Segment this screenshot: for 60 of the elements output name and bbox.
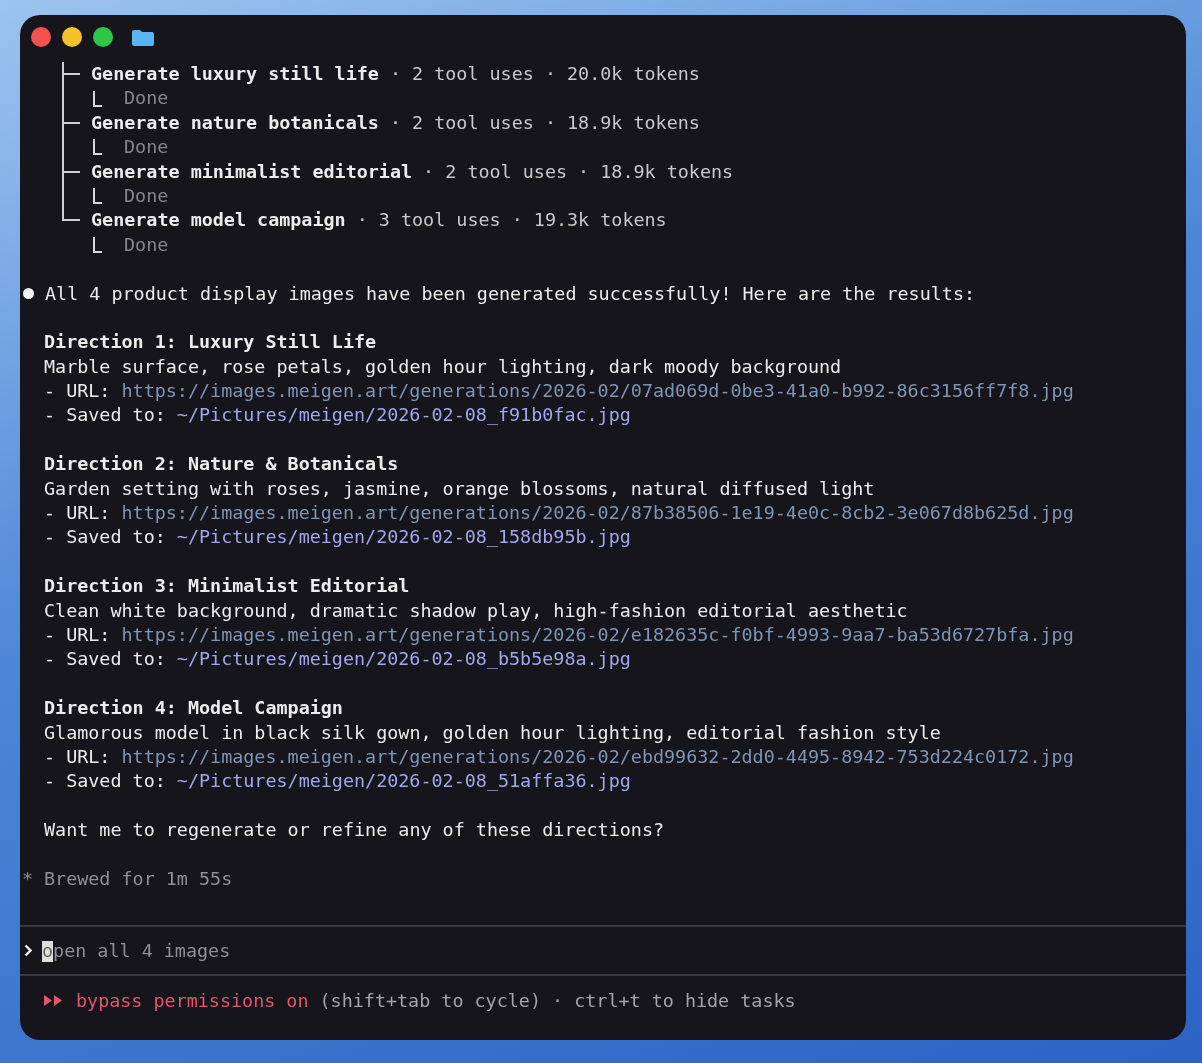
task-stats: · 2 tool uses · 18.9k tokens xyxy=(389,110,700,135)
tree-connector xyxy=(62,159,80,184)
tree-connector xyxy=(62,62,80,87)
direction-title: Direction 2: Nature & Botanicals xyxy=(43,452,400,477)
task-name: Generate nature botanicals xyxy=(91,110,379,135)
tree-line xyxy=(62,183,64,209)
url-link[interactable]: https://images.meigen.art/generations/2026-02/07ad069d-0be3-41a0-b992-86c3156ff7f8.jpg xyxy=(121,379,1074,404)
task-status: Done xyxy=(124,135,169,160)
url-label: - URL: xyxy=(44,501,111,526)
task-name: Generate model campaign xyxy=(91,208,346,233)
direction-title: Direction 1: Luxury Still Life xyxy=(43,330,378,355)
result-connector-icon xyxy=(93,188,102,205)
url-link[interactable]: https://images.meigen.art/generations/2026-02/ebd99632-2dd0-4495-8942-753d224c0172.jpg xyxy=(121,744,1074,770)
permission-mode: bypass permissions on xyxy=(76,989,309,1011)
tree-connector xyxy=(62,208,80,222)
file-path-link[interactable]: ~/Pictures/meigen/2026-02-08_51affa36.jpg xyxy=(176,769,631,794)
direction-description: Clean white background, dramatic shadow play, high-fashion editorial aesthetic xyxy=(43,598,909,623)
asterisk-symbol: * xyxy=(22,866,35,891)
file-path-link[interactable]: ~/Pictures/meigen/2026-02-08_b5b5e98a.jpg xyxy=(176,647,631,672)
direction-description: Glamorous model in black silk gown, golden hour lighting, editorial fashion style xyxy=(43,720,942,745)
minimize-button[interactable] xyxy=(62,27,82,47)
task-name: Generate minimalist editorial xyxy=(91,159,413,184)
file-path-link[interactable]: ~/Pictures/meigen/2026-02-08_f91b0fac.jpg xyxy=(176,403,631,428)
summary-text: All 4 product display images have been generated successfully! Here are the results: xyxy=(45,281,976,306)
prompt-chevron-icon xyxy=(24,944,32,958)
zoom-button[interactable] xyxy=(93,27,113,47)
result-connector-icon xyxy=(93,139,102,156)
tree-connector xyxy=(62,110,80,136)
saved-label: - Saved to: xyxy=(44,525,166,550)
direction-title: Direction 3: Minimalist Editorial xyxy=(43,574,411,599)
keyboard-hint: (shift+tab to cycle) · ctrl+t to hide tasks xyxy=(319,989,796,1011)
task-status: Done xyxy=(124,183,169,208)
url-link[interactable]: https://images.meigen.art/generations/2026-02/e182635c-f0bf-4993-9aa7-ba53d6727bfa.jpg xyxy=(121,623,1074,648)
direction-title: Direction 4: Model Campaign xyxy=(43,696,344,721)
url-label: - URL: xyxy=(44,744,111,769)
url-label: - URL: xyxy=(44,623,111,647)
fast-forward-icon xyxy=(44,994,64,1006)
close-button[interactable] xyxy=(31,27,51,47)
result-connector-icon xyxy=(93,90,102,107)
task-status: Done xyxy=(124,232,169,257)
task-stats: · 2 tool uses · 20.0k tokens xyxy=(389,62,700,86)
direction-description: Garden setting with roses, jasmine, orange blossoms, natural diffused light xyxy=(43,476,876,501)
task-name: Generate luxury still life xyxy=(91,62,379,86)
task-stats: · 2 tool uses · 18.9k tokens xyxy=(423,159,734,184)
question-text: Want me to regenerate or refine any of these directions? xyxy=(43,818,666,843)
bullet-icon xyxy=(23,288,34,300)
result-connector-icon xyxy=(93,236,102,253)
task-stats: · 3 tool uses · 19.3k tokens xyxy=(356,208,667,233)
saved-label: - Saved to: xyxy=(44,403,166,428)
direction-description: Marble surface, rose petals, golden hour lighting, dark moody background xyxy=(43,354,843,379)
url-label: - URL: xyxy=(44,379,111,404)
tree-line xyxy=(62,135,64,160)
status-text: Brewed for 1m 55s xyxy=(44,866,233,891)
folder-icon xyxy=(132,29,154,46)
file-path-link[interactable]: ~/Pictures/meigen/2026-02-08_158db95b.jpg xyxy=(176,525,631,550)
url-link[interactable]: https://images.meigen.art/generations/2026-02/87b38506-1e19-4e0c-8cb2-3e067d8b625d.jpg xyxy=(121,501,1074,526)
tree-line xyxy=(62,86,64,111)
saved-label: - Saved to: xyxy=(44,647,166,672)
saved-label: - Saved to: xyxy=(44,769,166,794)
task-status: Done xyxy=(124,86,169,111)
